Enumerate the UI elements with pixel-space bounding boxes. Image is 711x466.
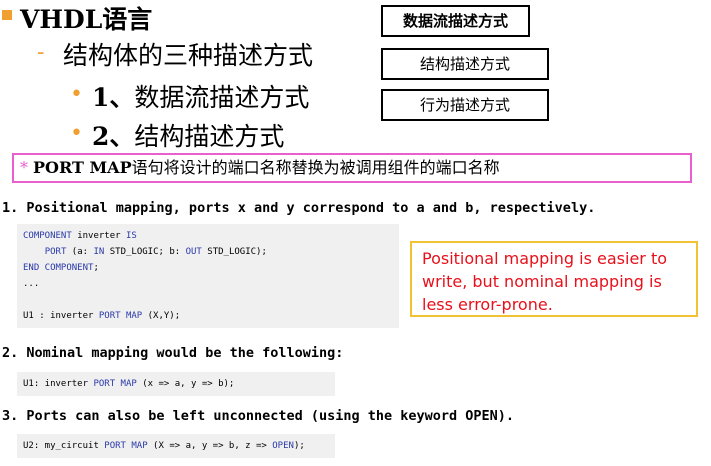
note-box: Positional mapping is easier to write, b… <box>410 241 698 317</box>
point-nominal: 2. Nominal mapping would be the followin… <box>2 345 344 361</box>
box-structural: 结构描述方式 <box>381 48 549 80</box>
box-dataflow: 数据流描述方式 <box>381 5 530 37</box>
dash-bullet: - <box>37 40 45 65</box>
code-block-nominal: U1: inverter PORT MAP (x => a, y => b); <box>17 372 335 396</box>
title-bullet <box>2 10 12 20</box>
list-item-structural: 2、结构描述方式 <box>92 122 285 151</box>
page-title: VHDL语言 <box>20 5 153 34</box>
star-icon: * <box>20 158 28 177</box>
port-map-note: * PORT MAP语句将设计的端口名称替换为被调用组件的端口名称 <box>12 153 692 183</box>
dot-bullet: • <box>70 82 83 107</box>
point-positional: 1. Positional mapping, ports x and y cor… <box>2 200 596 216</box>
point-open: 3. Ports can also be left unconnected (u… <box>2 408 515 424</box>
subtitle: 结构体的三种描述方式 <box>63 41 314 70</box>
code-block-positional: COMPONENT inverter IS PORT (a: IN STD_LO… <box>17 224 399 328</box>
code-block-open: U2: my_circuit PORT MAP (X => a, y => b,… <box>17 434 335 458</box>
box-behavioral: 行为描述方式 <box>381 89 549 121</box>
list-item-dataflow: 1、数据流描述方式 <box>92 83 310 112</box>
dot-bullet: • <box>70 121 83 146</box>
